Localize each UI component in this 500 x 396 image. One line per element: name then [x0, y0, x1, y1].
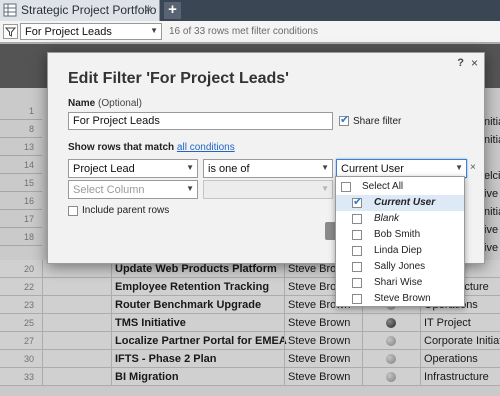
dropdown-option[interactable]: Steve Brown [336, 291, 464, 307]
chevron-down-icon: ▼ [186, 163, 194, 172]
condition-operator-value: is one of [208, 163, 250, 175]
name-label-text: Name [68, 98, 96, 109]
option-checkbox[interactable] [352, 278, 362, 288]
option-label: Blank [374, 213, 400, 224]
share-filter-checkbox[interactable]: ✔ [339, 114, 350, 126]
option-checkbox[interactable] [352, 230, 362, 240]
match-conditions-label: Show rows that match all conditions [68, 142, 235, 153]
option-label: Bob Smith [374, 229, 421, 240]
dropdown-option[interactable]: Linda Diep [336, 243, 464, 259]
option-label: Steve Brown [374, 293, 431, 304]
filter-toolbar: For Project Leads ▼ 16 of 33 rows met fi… [0, 21, 500, 43]
filter-name-input[interactable] [68, 112, 333, 130]
name-label: Name (Optional) [68, 98, 142, 109]
include-parent-rows-label: Include parent rows [82, 205, 170, 216]
help-icon[interactable]: ? [457, 57, 464, 69]
option-label: Linda Diep [374, 245, 422, 256]
checkmark-icon: ✔ [340, 114, 350, 126]
filter-select-value: For Project Leads [25, 26, 112, 38]
option-checkbox[interactable] [352, 214, 362, 224]
checkmark-icon: ✔ [353, 196, 363, 208]
chevron-down-icon: ▼ [150, 26, 158, 35]
dropdown-option[interactable]: Bob Smith [336, 227, 464, 243]
condition-operator-select[interactable]: is one of ▼ [203, 159, 333, 178]
option-label: Sally Jones [374, 261, 426, 272]
chevron-down-icon: ▼ [321, 163, 329, 172]
option-label: Select All [362, 181, 404, 192]
dropdown-option[interactable]: Select All [336, 179, 464, 195]
chevron-down-icon: ▼ [455, 163, 463, 172]
new-condition-operator-select: ▼ [203, 180, 333, 199]
filter-icon[interactable] [3, 24, 18, 39]
option-checkbox[interactable] [341, 182, 351, 192]
name-label-optional: (Optional) [98, 98, 142, 109]
option-label: Current User [374, 197, 436, 208]
grid-icon [3, 3, 17, 17]
option-checkbox[interactable]: ✔ [352, 196, 363, 208]
dropdown-option[interactable]: ✔ Current User [336, 195, 464, 211]
filter-status-text: 16 of 33 rows met filter conditions [169, 26, 318, 37]
share-filter-label: Share filter [353, 116, 402, 127]
dropdown-option[interactable]: Blank [336, 211, 464, 227]
condition-column-value: Project Lead [73, 163, 135, 175]
option-label: Shari Wise [374, 277, 423, 288]
sheet-tab[interactable]: Strategic Project Portfolio × [0, 0, 160, 21]
sheet-tab-title: Strategic Project Portfolio [21, 3, 157, 17]
new-condition-column-select[interactable]: Select Column ▼ [68, 180, 198, 199]
option-checkbox[interactable] [352, 246, 362, 256]
condition-column-select[interactable]: Project Lead ▼ [68, 159, 198, 178]
chevron-down-icon: ▼ [321, 184, 329, 193]
dropdown-option[interactable]: Sally Jones [336, 259, 464, 275]
chevron-down-icon: ▼ [186, 184, 194, 193]
all-conditions-link[interactable]: all conditions [177, 142, 235, 153]
include-parent-rows-checkbox[interactable] [68, 206, 78, 216]
option-checkbox[interactable] [352, 294, 362, 304]
dialog-title: Edit Filter 'For Project Leads' [68, 70, 289, 87]
close-icon[interactable]: × [145, 2, 152, 16]
condition-value-value: Current User [341, 163, 404, 175]
dropdown-option[interactable]: Shari Wise [336, 275, 464, 291]
value-dropdown-list: Select All ✔ Current User Blank Bob Smith Lin… [335, 176, 465, 307]
remove-condition-icon[interactable]: × [470, 162, 476, 173]
new-condition-column-placeholder: Select Column [73, 184, 145, 196]
option-checkbox[interactable] [352, 262, 362, 272]
match-prefix: Show rows that match [68, 142, 175, 153]
sheet-tab-bar: Strategic Project Portfolio × + [0, 0, 500, 21]
add-tab-button[interactable]: + [164, 2, 181, 19]
close-icon[interactable]: × [471, 56, 478, 70]
filter-select[interactable]: For Project Leads ▼ [20, 23, 162, 40]
